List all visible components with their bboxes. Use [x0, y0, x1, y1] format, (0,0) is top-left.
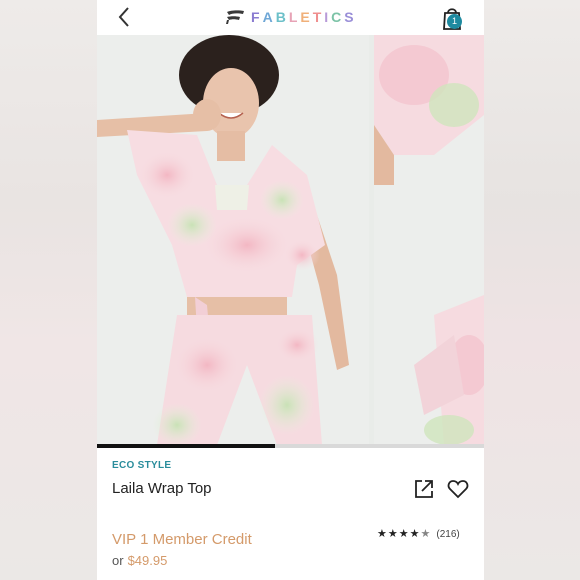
price-prefix: or	[112, 553, 124, 568]
product-photo-main[interactable]	[97, 35, 369, 445]
back-button[interactable]	[111, 3, 139, 31]
product-title: Laila Wrap Top	[112, 480, 212, 497]
star-icon: ★	[377, 528, 387, 540]
star-icon: ★	[398, 528, 409, 540]
product-image-gallery[interactable]	[97, 35, 484, 445]
brand-logo[interactable]: FABLETICS	[225, 6, 357, 28]
cart-count-badge: 1	[447, 14, 462, 29]
star-icon: ★	[409, 528, 420, 540]
regular-price-row: or $49.95	[112, 553, 167, 568]
gallery-progress-fill	[97, 444, 276, 448]
product-photo-next[interactable]	[374, 35, 484, 445]
app-screen: FABLETICS 1 ECO STYLE Laila Wrap Top VIP…	[97, 0, 484, 580]
rating-stars: ★ ★ ★ ★ ★	[377, 529, 430, 540]
favorite-button[interactable]	[447, 478, 469, 500]
gallery-progress-bar	[97, 444, 484, 448]
star-icon: ★	[387, 528, 398, 540]
back-arrow-icon	[118, 7, 129, 27]
background-left	[0, 0, 97, 580]
review-count: (216)	[436, 529, 460, 540]
star-icon: ★	[420, 528, 431, 540]
product-rating[interactable]: ★ ★ ★ ★ ★ (216)	[377, 529, 460, 541]
heart-icon	[447, 480, 469, 499]
share-button[interactable]	[413, 478, 435, 500]
product-eyebrow-label: ECO STYLE	[112, 460, 172, 471]
brand-name: FABLETICS	[251, 9, 357, 25]
vip-price: VIP 1 Member Credit	[112, 531, 252, 548]
regular-price: $49.95	[127, 553, 168, 568]
share-icon	[415, 480, 433, 498]
top-nav-bar: FABLETICS 1	[97, 0, 484, 35]
background-right	[484, 0, 580, 580]
brand-logo-icon	[226, 10, 244, 24]
